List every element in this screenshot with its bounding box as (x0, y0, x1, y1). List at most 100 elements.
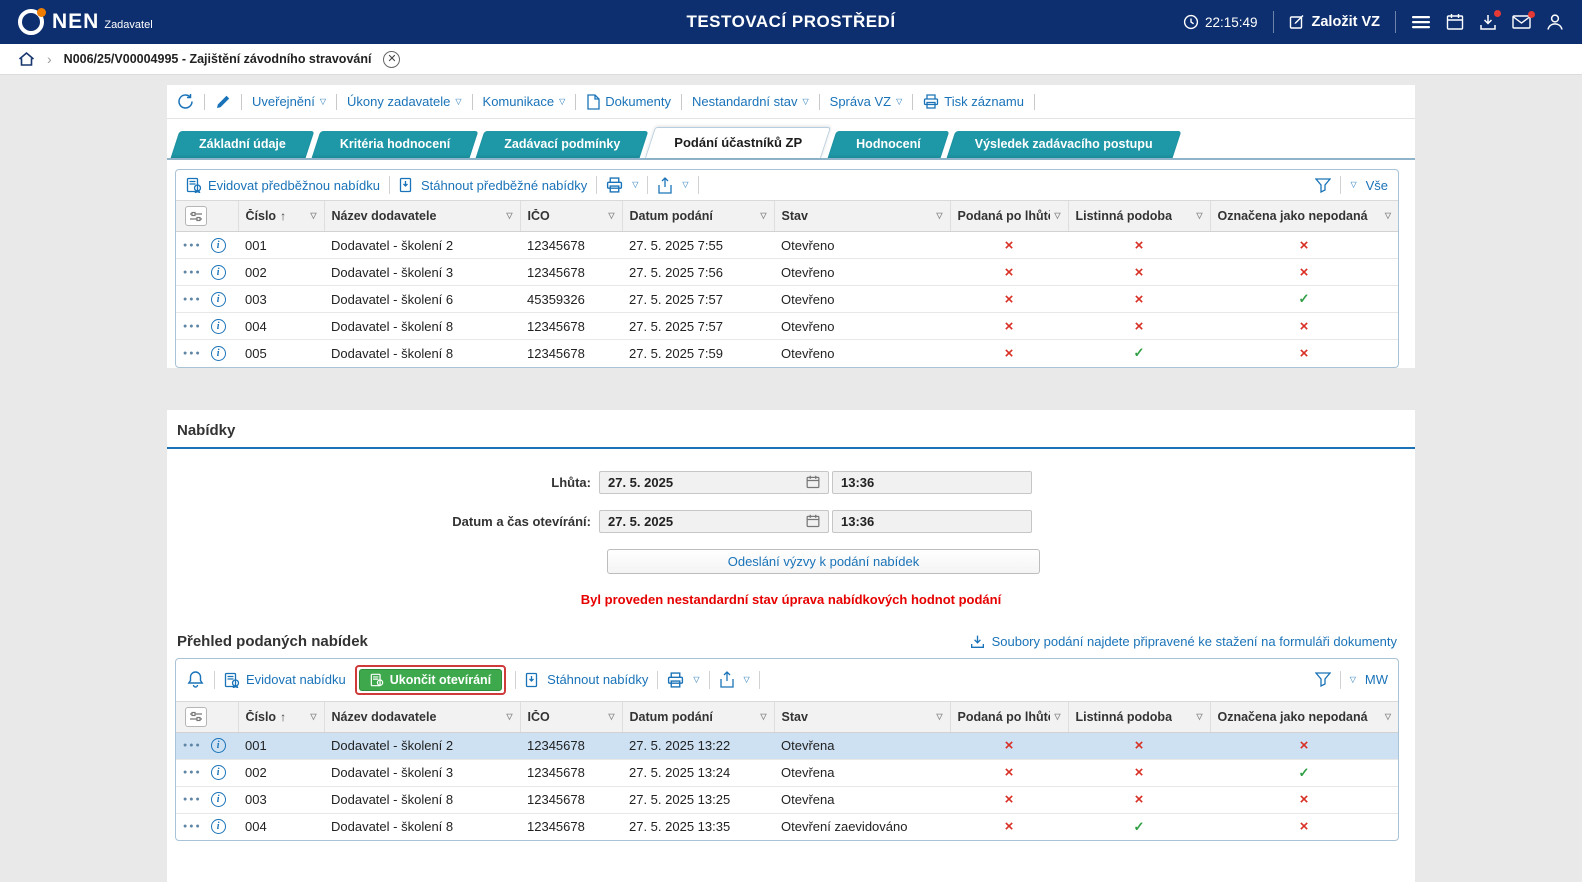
stahnout-predbezne-nabidky-button[interactable]: Stáhnout předběžné nabídky (399, 177, 587, 193)
column-settings-icon[interactable] (185, 206, 207, 226)
column-header-ico[interactable]: IČO▽ (520, 201, 622, 232)
table-row[interactable]: ●●●i 002 Dodavatel - školení 3 12345678 … (176, 259, 1398, 286)
info-icon[interactable]: i (211, 792, 226, 807)
close-record-icon[interactable]: ✕ (383, 51, 400, 68)
column-filter-icon[interactable]: ▽ (1385, 713, 1391, 721)
column-filter-icon[interactable]: ▽ (936, 212, 942, 220)
row-menu-icon[interactable]: ●●● (183, 742, 202, 749)
column-header-stav[interactable]: Stav▽ (774, 201, 950, 232)
menu-uverejneni[interactable]: Uveřejnění▽ (252, 94, 326, 109)
tab[interactable]: Podání účastníků ZP (650, 127, 826, 158)
column-filter-icon[interactable]: ▽ (936, 713, 942, 721)
stahnout-nabidky-button[interactable]: Stáhnout nabídky (525, 672, 648, 688)
breadcrumb-record[interactable]: N006/25/V00004995 - Zajištění závodního … (64, 52, 372, 66)
print-icon[interactable] (667, 672, 684, 688)
table-row[interactable]: ●●●i 004 Dodavatel - školení 8 12345678 … (176, 813, 1398, 840)
column-header-oznacena-nepodana[interactable]: Označena jako nepodaná▽ (1210, 701, 1398, 732)
tab[interactable]: Kritéria hodnocení (316, 131, 474, 158)
column-filter-icon[interactable]: ▽ (760, 713, 766, 721)
create-vz-button[interactable]: Založit VZ (1289, 14, 1380, 30)
edit-icon[interactable] (215, 94, 231, 110)
table-row[interactable]: ●●●i 001 Dodavatel - školení 2 12345678 … (176, 732, 1398, 759)
column-filter-icon[interactable]: ▽ (760, 212, 766, 220)
info-icon[interactable]: i (211, 238, 226, 253)
table-row[interactable]: ●●●i 004 Dodavatel - školení 8 12345678 … (176, 313, 1398, 340)
column-filter-icon[interactable]: ▽ (506, 713, 512, 721)
otevirani-date-input[interactable]: 27. 5. 2025 (599, 510, 829, 533)
column-filter-icon[interactable]: ▽ (506, 212, 512, 220)
menu-komunikace[interactable]: Komunikace▽ (483, 94, 566, 109)
menu-nestandardni-stav[interactable]: Nestandardní stav▽ (692, 94, 809, 109)
otevirani-time-input[interactable]: 13:36 (832, 510, 1032, 533)
calendar-icon[interactable] (806, 514, 820, 528)
mail-icon[interactable] (1512, 14, 1531, 30)
info-icon[interactable]: i (211, 265, 226, 280)
view-selector[interactable]: Vše (1366, 178, 1388, 193)
info-icon[interactable]: i (211, 319, 226, 334)
menu-icon[interactable] (1411, 13, 1431, 31)
table-row[interactable]: ●●●i 005 Dodavatel - školení 8 12345678 … (176, 340, 1398, 367)
evidovat-predbeznou-nabidku-button[interactable]: Evidovat předběžnou nabídku (186, 177, 380, 193)
info-icon[interactable]: i (211, 765, 226, 780)
column-header-ico[interactable]: IČO▽ (520, 701, 622, 732)
chevron-down-icon[interactable]: ▽ (682, 181, 688, 189)
column-filter-icon[interactable]: ▽ (1054, 713, 1060, 721)
user-icon[interactable] (1546, 13, 1564, 31)
row-menu-icon[interactable]: ●●● (183, 323, 202, 330)
column-filter-icon[interactable]: ▽ (1385, 212, 1391, 220)
column-header-nazev[interactable]: Název dodavatele▽ (324, 201, 520, 232)
tab[interactable]: Hodnocení (832, 131, 945, 158)
view-selector[interactable]: MW (1365, 672, 1388, 687)
column-header-nazev[interactable]: Název dodavatele▽ (324, 701, 520, 732)
bell-icon[interactable] (186, 670, 205, 689)
export-icon[interactable] (657, 177, 673, 194)
row-menu-icon[interactable]: ●●● (183, 350, 202, 357)
tab[interactable]: Zadávací podmínky (480, 131, 644, 158)
row-menu-icon[interactable]: ●●● (183, 769, 202, 776)
menu-ukony-zadavatele[interactable]: Úkony zadavatele▽ (347, 94, 462, 109)
info-icon[interactable]: i (211, 819, 226, 834)
table-row[interactable]: ●●●i 003 Dodavatel - školení 6 45359326 … (176, 286, 1398, 313)
column-filter-icon[interactable]: ▽ (1054, 212, 1060, 220)
chevron-down-icon[interactable]: ▽ (744, 676, 750, 684)
calendar-icon[interactable] (1446, 13, 1464, 31)
column-header-cislo[interactable]: Číslo↑▽ (238, 201, 324, 232)
chevron-down-icon[interactable]: ▽ (1350, 181, 1356, 189)
column-settings-icon[interactable] (185, 707, 207, 727)
table-row[interactable]: ●●●i 002 Dodavatel - školení 3 12345678 … (176, 759, 1398, 786)
column-filter-icon[interactable]: ▽ (1196, 212, 1202, 220)
table-row[interactable]: ●●●i 003 Dodavatel - školení 8 12345678 … (176, 786, 1398, 813)
history-icon[interactable] (177, 93, 194, 110)
menu-tisk-zaznamu[interactable]: Tisk záznamu (923, 94, 1024, 109)
print-icon[interactable] (606, 177, 623, 193)
filter-icon[interactable] (1315, 672, 1331, 687)
filter-icon[interactable] (1315, 178, 1331, 193)
column-header-datum[interactable]: Datum podání▽ (622, 701, 774, 732)
column-filter-icon[interactable]: ▽ (310, 212, 316, 220)
tab[interactable]: Výsledek zadávacího postupu (951, 131, 1177, 158)
menu-sprava-vz[interactable]: Správa VZ▽ (830, 94, 903, 109)
table-row[interactable]: ●●●i 001 Dodavatel - školení 2 12345678 … (176, 232, 1398, 259)
column-header-cislo[interactable]: Číslo↑▽ (238, 701, 324, 732)
row-menu-icon[interactable]: ●●● (183, 242, 202, 249)
column-header-datum[interactable]: Datum podání▽ (622, 201, 774, 232)
calendar-icon[interactable] (806, 475, 820, 489)
ukoncit-otevirani-button[interactable]: Ukončit otevírání (359, 669, 502, 691)
column-header-listinna-podoba[interactable]: Listinná podoba▽ (1068, 701, 1210, 732)
column-filter-icon[interactable]: ▽ (608, 212, 614, 220)
column-filter-icon[interactable]: ▽ (1196, 713, 1202, 721)
tab[interactable]: Základní údaje (175, 131, 310, 158)
row-menu-icon[interactable]: ●●● (183, 296, 202, 303)
column-header-oznacena-nepodana[interactable]: Označena jako nepodaná▽ (1210, 201, 1398, 232)
odeslani-vyzvy-button[interactable]: Odeslání výzvy k podání nabídek (607, 549, 1040, 574)
column-header-listinna-podoba[interactable]: Listinná podoba▽ (1068, 201, 1210, 232)
chevron-down-icon[interactable]: ▽ (1350, 676, 1356, 684)
row-menu-icon[interactable]: ●●● (183, 269, 202, 276)
chevron-down-icon[interactable]: ▽ (693, 676, 699, 684)
home-icon[interactable] (18, 51, 35, 67)
column-header-podana-po-lhute[interactable]: Podaná po lhůtě▽ (950, 201, 1068, 232)
soubory-podani-link[interactable]: Soubory podání najdete připravené ke sta… (970, 634, 1397, 649)
column-filter-icon[interactable]: ▽ (310, 713, 316, 721)
row-menu-icon[interactable]: ●●● (183, 823, 202, 830)
export-icon[interactable] (719, 671, 735, 688)
